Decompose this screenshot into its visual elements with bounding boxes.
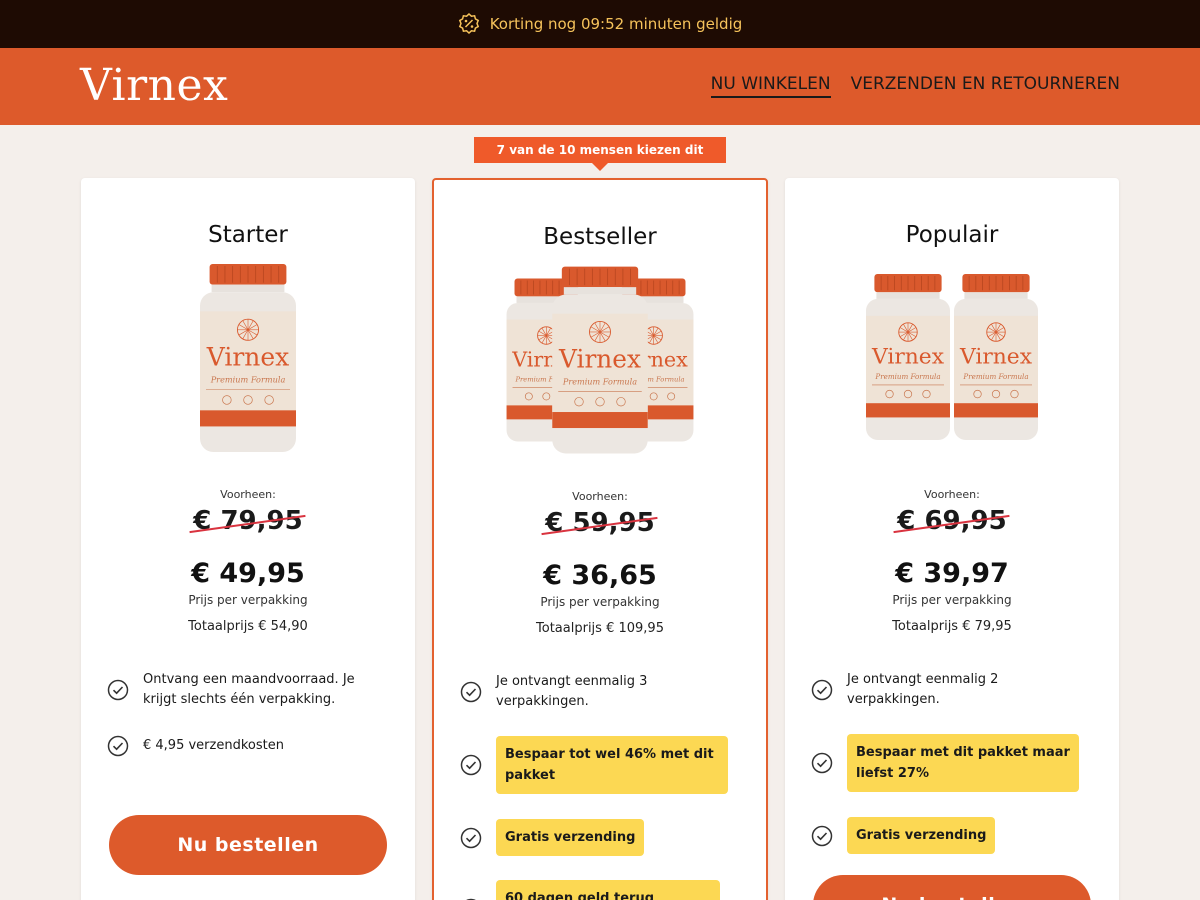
feature-text: Je ontvangt eenmalig 2 verpakkingen.	[847, 672, 999, 707]
product-image: Virnex Premium Formula Virnex Premium Formu…	[866, 274, 1038, 440]
check-circle-icon	[107, 735, 129, 757]
old-price: € 69,95	[897, 506, 1007, 536]
plan-title: Bestseller	[543, 224, 657, 250]
logo[interactable]: Virnex	[80, 60, 228, 111]
supplement-bottle: Virnex Premium Formula	[954, 274, 1038, 440]
check-circle-icon	[107, 679, 129, 701]
per-pack-label: Prijs per verpakking	[540, 595, 660, 609]
feature-highlight: Gratis verzending	[847, 817, 996, 854]
feature-highlight: Gratis verzending	[496, 819, 645, 856]
check-circle-icon	[460, 827, 482, 848]
bottle-sub-text: Premium Formula	[874, 372, 940, 381]
previous-price-label: Voorheen:	[220, 488, 276, 501]
plan-card-popular: Populair Virnex Premium Formula Virnex Prem…	[785, 178, 1119, 900]
feature-item: € 4,95 verzendkosten	[107, 735, 367, 757]
old-price: € 59,95	[545, 508, 655, 538]
feature-item: Ontvang een maandvoorraad. Je krijgt sle…	[107, 670, 367, 710]
order-button[interactable]: Nu bestellen	[813, 875, 1091, 900]
check-circle-icon	[460, 681, 482, 703]
popular-choice-ribbon: 7 van de 10 mensen kiezen dit	[474, 137, 726, 171]
feature-text: Ontvang een maandvoorraad. Je krijgt sle…	[143, 672, 355, 707]
feature-item: 60 dagen geld terug garantie	[460, 880, 720, 900]
main-nav: NU WINKELEN VERZENDEN EN RETOURNEREN	[710, 74, 1120, 98]
feature-item: Je ontvangt eenmalig 3 verpakkingen.	[460, 672, 720, 712]
percent-badge-icon	[458, 13, 480, 35]
feature-highlight: Bespaar tot wel 46% met dit pakket	[496, 736, 728, 794]
current-price: € 36,65	[543, 560, 657, 591]
check-circle-icon	[811, 752, 833, 774]
per-pack-label: Prijs per verpakking	[892, 593, 1012, 607]
bottle-brand-text: Virnex	[206, 342, 289, 371]
bottle-brand-text: Virnex	[871, 345, 945, 370]
nav-shipping-returns[interactable]: VERZENDEN EN RETOURNEREN	[851, 74, 1120, 98]
supplement-bottle: Virnex Premium Formula	[866, 274, 950, 440]
check-circle-icon	[811, 825, 833, 846]
check-circle-icon	[811, 679, 833, 701]
plan-title: Starter	[208, 222, 288, 248]
feature-highlight: Bespaar met dit pakket maar liefst 27%	[847, 734, 1079, 792]
countdown-bar: Korting nog 09:52 minuten geldig	[0, 0, 1200, 48]
feature-item: Bespaar met dit pakket maar liefst 27%	[811, 734, 1111, 792]
old-price: € 79,95	[193, 506, 303, 536]
order-button[interactable]: Nu bestellen	[109, 815, 387, 875]
product-image: Virnex Premium Formula	[200, 264, 296, 452]
site-header: Virnex NU WINKELEN VERZENDEN EN RETOURNE…	[0, 48, 1200, 125]
bottle-brand-text: Virnex	[558, 344, 641, 373]
feature-item: Gratis verzending	[811, 817, 1071, 854]
plan-card-starter: Starter Virnex Premium Formula Voorheen: …	[81, 178, 415, 900]
product-image: Virnex Premium FormulaVirnex Premium Formu…	[506, 266, 694, 454]
countdown-text: Korting nog 09:52 minuten geldig	[489, 15, 743, 33]
supplement-bottle: Virnex Premium Formula	[552, 266, 648, 454]
bottle-sub-text: Premium Formula	[562, 377, 637, 387]
previous-price-label: Voorheen:	[572, 490, 628, 503]
bottle-brand-text: Virnex	[959, 345, 1033, 370]
previous-price-label: Voorheen:	[924, 488, 980, 501]
plan-card-bestseller: Bestseller Virnex Premium Formula Virnex Pr…	[432, 178, 768, 900]
nav-shop-now[interactable]: NU WINKELEN	[710, 74, 831, 98]
feature-highlight: 60 dagen geld terug garantie	[496, 880, 720, 900]
feature-text: Je ontvangt eenmalig 3 verpakkingen.	[496, 674, 648, 709]
plan-title: Populair	[905, 222, 999, 248]
supplement-bottle: Virnex Premium Formula	[200, 264, 296, 452]
current-price: € 49,95	[191, 558, 305, 589]
current-price: € 39,97	[895, 558, 1009, 589]
feature-text: € 4,95 verzendkosten	[143, 738, 284, 753]
feature-item: Bespaar tot wel 46% met dit pakket	[460, 736, 760, 794]
feature-item: Je ontvangt eenmalig 2 verpakkingen.	[811, 670, 1071, 710]
check-circle-icon	[460, 754, 482, 776]
total-price: Totaalprijs € 79,95	[892, 619, 1012, 634]
bottle-sub-text: Premium Formula	[210, 375, 286, 385]
total-price: Totaalprijs € 54,90	[188, 619, 308, 634]
bottle-sub-text: Premium Formula	[962, 372, 1028, 381]
per-pack-label: Prijs per verpakking	[188, 593, 308, 607]
feature-item: Gratis verzending	[460, 819, 720, 856]
total-price: Totaalprijs € 109,95	[536, 621, 664, 636]
